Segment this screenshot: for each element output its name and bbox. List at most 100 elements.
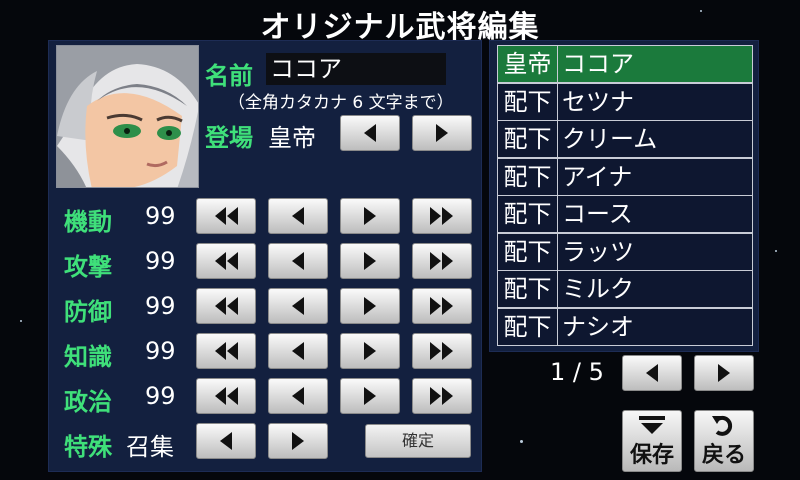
defense-decrease-button[interactable]	[268, 288, 328, 324]
portrait-image	[57, 46, 198, 187]
double-triangle-right-icon	[430, 342, 453, 360]
roster-role: 配下	[498, 159, 558, 195]
stat-label-defense: 防御	[64, 298, 112, 326]
roster-name: アイナ	[562, 163, 633, 191]
triangle-left-icon	[292, 252, 304, 270]
special-prev-button[interactable]	[196, 423, 256, 459]
triangle-right-icon	[364, 342, 376, 360]
roster-row[interactable]: 配下 ミルク	[497, 270, 753, 308]
triangle-left-icon	[220, 432, 232, 450]
triangle-left-icon	[364, 124, 376, 142]
appearance-label: 登場	[205, 124, 253, 152]
double-triangle-right-icon	[430, 297, 453, 315]
double-triangle-right-icon	[430, 252, 453, 270]
politics-increase-button[interactable]	[340, 378, 400, 414]
triangle-right-icon	[364, 252, 376, 270]
politics-decrease-button[interactable]	[268, 378, 328, 414]
roster-row[interactable]: 配下 アイナ	[497, 158, 753, 196]
attack-increase-button[interactable]	[340, 243, 400, 279]
roster-role: 配下	[498, 309, 558, 345]
mobility-increase-button[interactable]	[340, 198, 400, 234]
save-button[interactable]: 保存	[622, 410, 682, 472]
roster-role: 配下	[498, 121, 558, 157]
defense-fast-increase-button[interactable]	[412, 288, 472, 324]
roster-role: 配下	[498, 196, 558, 232]
appearance-value: 皇帝	[268, 124, 316, 152]
roster-name: ナシオ	[562, 313, 634, 341]
stat-value-politics: 99	[145, 382, 176, 410]
politics-fast-increase-button[interactable]	[412, 378, 472, 414]
mobility-decrease-button[interactable]	[268, 198, 328, 234]
stat-value-mobility: 99	[145, 202, 176, 230]
stat-label-knowledge: 知識	[64, 343, 112, 371]
roster-row[interactable]: 配下 クリーム	[497, 120, 753, 158]
triangle-right-icon	[436, 124, 448, 142]
triangle-left-icon	[646, 364, 658, 382]
triangle-left-icon	[292, 342, 304, 360]
name-field[interactable]: ココア	[266, 53, 446, 85]
roster-name: コース	[562, 200, 633, 228]
star	[520, 440, 523, 443]
roster-name: ミルク	[562, 275, 634, 303]
mobility-fast-decrease-button[interactable]	[196, 198, 256, 234]
knowledge-decrease-button[interactable]	[268, 333, 328, 369]
triangle-left-icon	[292, 297, 304, 315]
roster-name: ラッツ	[562, 238, 634, 266]
stat-label-attack: 攻撃	[64, 253, 112, 281]
double-triangle-left-icon	[215, 342, 238, 360]
attack-fast-increase-button[interactable]	[412, 243, 472, 279]
general-portrait[interactable]	[56, 45, 199, 188]
star	[775, 250, 777, 252]
roster-role: 配下	[498, 84, 558, 120]
stat-value-attack: 99	[145, 247, 176, 275]
special-value: 召集	[126, 433, 174, 461]
triangle-right-icon	[292, 432, 304, 450]
back-button[interactable]: 戻る	[694, 410, 754, 472]
stat-value-knowledge: 99	[145, 337, 176, 365]
attack-decrease-button[interactable]	[268, 243, 328, 279]
stat-label-mobility: 機動	[64, 208, 112, 236]
double-triangle-right-icon	[430, 207, 453, 225]
roster-row[interactable]: 配下 セツナ	[497, 83, 753, 121]
mobility-fast-increase-button[interactable]	[412, 198, 472, 234]
name-label: 名前	[205, 62, 253, 90]
double-triangle-left-icon	[215, 207, 238, 225]
name-note: （全角カタカナ 6 文字まで）	[228, 93, 454, 113]
roster-row[interactable]: 皇帝 ココア	[497, 45, 753, 83]
roster-role: 配下	[498, 271, 558, 307]
triangle-right-icon	[364, 207, 376, 225]
appearance-next-button[interactable]	[412, 115, 472, 151]
triangle-right-icon	[364, 297, 376, 315]
roster-role: 配下	[498, 234, 558, 270]
roster-name: ココア	[562, 50, 634, 78]
page-next-button[interactable]	[694, 355, 754, 391]
appearance-prev-button[interactable]	[340, 115, 400, 151]
double-triangle-left-icon	[215, 387, 238, 405]
roster-row[interactable]: 配下 コース	[497, 195, 753, 233]
defense-increase-button[interactable]	[340, 288, 400, 324]
triangle-right-icon	[364, 387, 376, 405]
triangle-right-icon	[718, 364, 730, 382]
double-triangle-left-icon	[215, 297, 238, 315]
special-next-button[interactable]	[268, 423, 328, 459]
triangle-left-icon	[292, 207, 304, 225]
knowledge-fast-decrease-button[interactable]	[196, 333, 256, 369]
knowledge-increase-button[interactable]	[340, 333, 400, 369]
stat-label-politics: 政治	[64, 388, 112, 416]
roster-name: セツナ	[562, 88, 634, 116]
defense-fast-decrease-button[interactable]	[196, 288, 256, 324]
roster-row[interactable]: 配下 ラッツ	[497, 233, 753, 271]
page-indicator: 1 / 5	[550, 358, 604, 386]
triangle-left-icon	[292, 387, 304, 405]
page-prev-button[interactable]	[622, 355, 682, 391]
roster-row[interactable]: 配下 ナシオ	[497, 308, 753, 346]
double-triangle-left-icon	[215, 252, 238, 270]
double-triangle-right-icon	[430, 387, 453, 405]
knowledge-fast-increase-button[interactable]	[412, 333, 472, 369]
confirm-button[interactable]: 確定	[365, 424, 471, 458]
politics-fast-decrease-button[interactable]	[196, 378, 256, 414]
stat-value-defense: 99	[145, 292, 176, 320]
save-label: 保存	[629, 443, 674, 468]
star	[20, 320, 22, 322]
attack-fast-decrease-button[interactable]	[196, 243, 256, 279]
